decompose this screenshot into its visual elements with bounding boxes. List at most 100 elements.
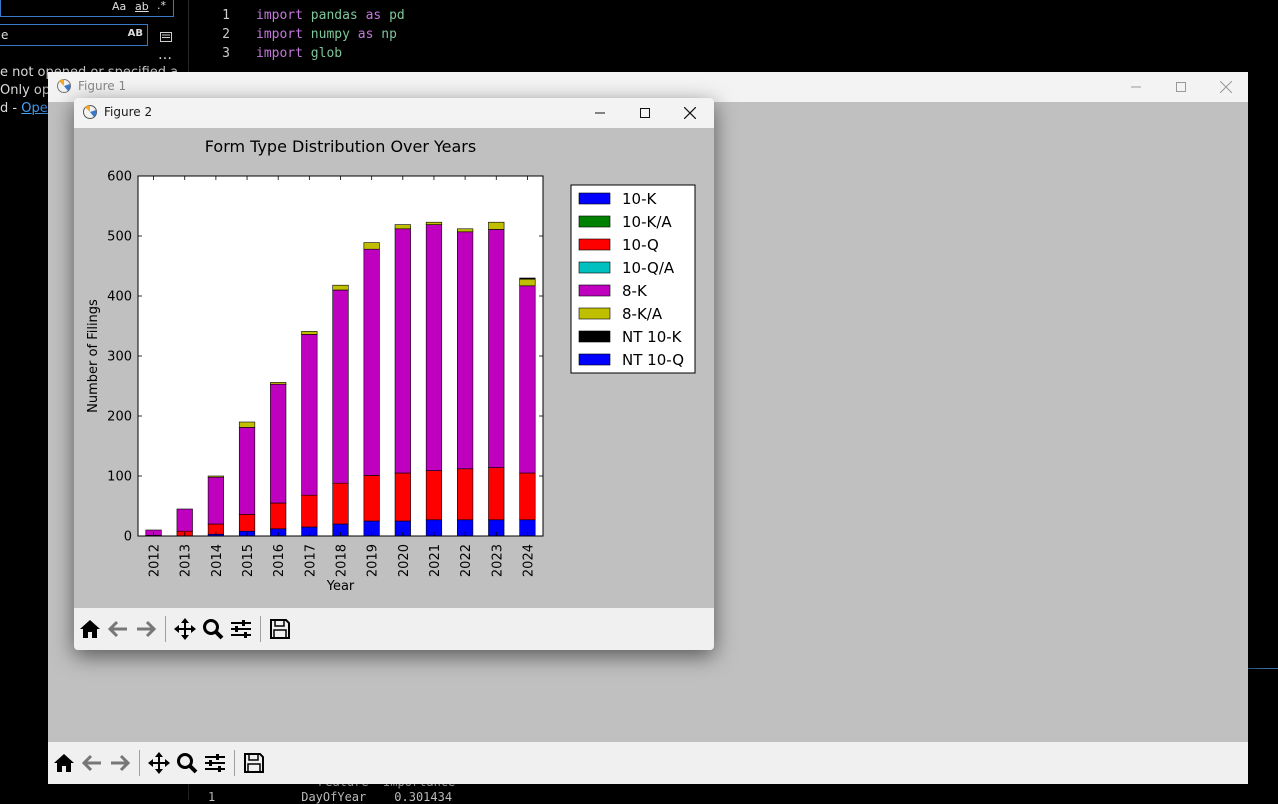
output-row: 1 DayOfYear 0.301434 <box>208 790 452 804</box>
save-icon <box>244 753 264 773</box>
regex-toggle[interactable]: .* <box>157 0 166 12</box>
bar-segment[interactable] <box>332 284 349 291</box>
match-case-toggle[interactable]: Aa <box>112 0 126 13</box>
configure-subplots-button[interactable] <box>201 749 229 777</box>
code-line[interactable]: 3 import glob <box>200 46 342 65</box>
legend-swatch <box>578 261 611 274</box>
maximize-icon <box>1175 82 1186 92</box>
code-keyword: import <box>256 46 303 61</box>
matplotlib-logo-icon <box>83 105 97 119</box>
output-row-value: 0.301434 <box>394 790 453 804</box>
bar-segment[interactable] <box>425 224 443 471</box>
y-tick-label: 500 <box>107 230 132 245</box>
stacked-bar-chart[interactable]: 2012 2013 2014 2015 2016 2017 2018 2019 2020 2021… <box>74 128 714 608</box>
figure-2-title: Figure 2 <box>104 105 153 119</box>
pan-icon <box>148 752 170 774</box>
pan-button[interactable] <box>145 749 173 777</box>
configure-subplots-button[interactable] <box>227 615 255 643</box>
x-tick-label: 2015 <box>241 544 256 577</box>
bar-segment[interactable] <box>519 285 536 474</box>
line-number: 1 <box>222 8 230 23</box>
bar-segment[interactable] <box>363 248 380 476</box>
maximize-button[interactable] <box>622 98 667 128</box>
figure-2-titlebar[interactable]: Figure 2 <box>74 98 714 128</box>
pan-icon <box>174 618 196 640</box>
close-button[interactable] <box>667 98 712 128</box>
code-line[interactable]: 1 import pandas as pd <box>200 8 405 27</box>
figure-2-toolbar <box>74 608 714 650</box>
chart-title: Form Type Distribution Over Years <box>205 137 476 156</box>
bar-segment[interactable] <box>425 221 443 225</box>
x-tick-label: 2022 <box>459 544 474 577</box>
bar-segment[interactable] <box>425 470 443 521</box>
code-module: glob <box>310 46 343 61</box>
bar-segment[interactable] <box>457 468 474 521</box>
bar-segment[interactable] <box>270 383 287 504</box>
bar-segment[interactable] <box>301 331 318 335</box>
home-button[interactable] <box>50 749 78 777</box>
bar-segment[interactable] <box>332 482 349 525</box>
maximize-button[interactable] <box>1158 72 1203 102</box>
bar-segment[interactable] <box>176 508 193 532</box>
bar-segment[interactable] <box>363 242 380 250</box>
zoom-button[interactable] <box>173 749 201 777</box>
legend-label: 10-Q <box>622 236 659 254</box>
bar-segment[interactable] <box>238 514 256 532</box>
message-line-3-prefix: d - <box>0 101 22 116</box>
configure-subplots-icon <box>205 754 225 772</box>
save-button[interactable] <box>266 615 294 643</box>
bar-segment[interactable] <box>488 229 505 468</box>
x-tick-label: 2012 <box>148 544 163 577</box>
back-arrow-icon <box>81 754 101 772</box>
bar-segment[interactable] <box>394 228 411 474</box>
bar-segment[interactable] <box>270 502 287 530</box>
zoom-button[interactable] <box>199 615 227 643</box>
bar-segment[interactable] <box>238 427 256 515</box>
bar-segment[interactable] <box>207 475 224 478</box>
legend-swatch <box>578 215 611 228</box>
bar-segment[interactable] <box>519 277 536 280</box>
toolbar-separator <box>260 616 261 642</box>
bar-segment[interactable] <box>394 472 411 522</box>
y-tick-label: 600 <box>107 170 132 185</box>
more-actions-icon[interactable]: … <box>158 47 172 63</box>
code-line[interactable]: 2 import numpy as np <box>200 27 397 46</box>
bar-segment[interactable] <box>301 494 318 528</box>
bar-segment[interactable] <box>519 278 536 287</box>
forward-button[interactable] <box>106 749 134 777</box>
bar-segment[interactable] <box>457 228 474 233</box>
home-icon <box>80 620 100 638</box>
bar-segment[interactable] <box>394 224 411 230</box>
minimize-button[interactable] <box>1113 72 1158 102</box>
zoom-icon <box>177 753 198 774</box>
match-whole-word-toggle[interactable]: ab <box>135 0 149 13</box>
forward-button[interactable] <box>132 615 160 643</box>
bar-segment[interactable] <box>238 421 256 428</box>
bar-segment[interactable] <box>270 382 287 385</box>
bar-segment[interactable] <box>207 476 224 525</box>
y-tick-label: 400 <box>107 290 132 305</box>
legend-label: 10-K/A <box>622 213 672 231</box>
save-button[interactable] <box>240 749 268 777</box>
bar-segment[interactable] <box>519 472 536 521</box>
legend-swatch <box>578 238 611 251</box>
find-input[interactable]: e AB <box>0 24 148 46</box>
home-button[interactable] <box>76 615 104 643</box>
close-button[interactable] <box>1203 72 1248 102</box>
bar-segment[interactable] <box>363 475 380 522</box>
replace-all-icon[interactable] <box>159 29 173 43</box>
bar-segment[interactable] <box>488 467 505 521</box>
toolbar-separator <box>165 616 166 642</box>
back-button[interactable] <box>104 615 132 643</box>
bar-segment[interactable] <box>301 334 318 496</box>
output-row-index: 1 <box>208 790 216 804</box>
pan-button[interactable] <box>171 615 199 643</box>
bar-segment[interactable] <box>332 289 349 484</box>
bar-segment[interactable] <box>488 221 505 230</box>
back-button[interactable] <box>78 749 106 777</box>
bar-segment[interactable] <box>457 231 474 470</box>
figure-2-window[interactable]: Figure 2 2012 2013 2014 2015 2016 2017 2018 201… <box>74 98 714 650</box>
minimize-button[interactable] <box>577 98 622 128</box>
output-row-feature: DayOfYear <box>301 790 367 804</box>
preserve-case-toggle[interactable]: AB <box>128 28 143 39</box>
